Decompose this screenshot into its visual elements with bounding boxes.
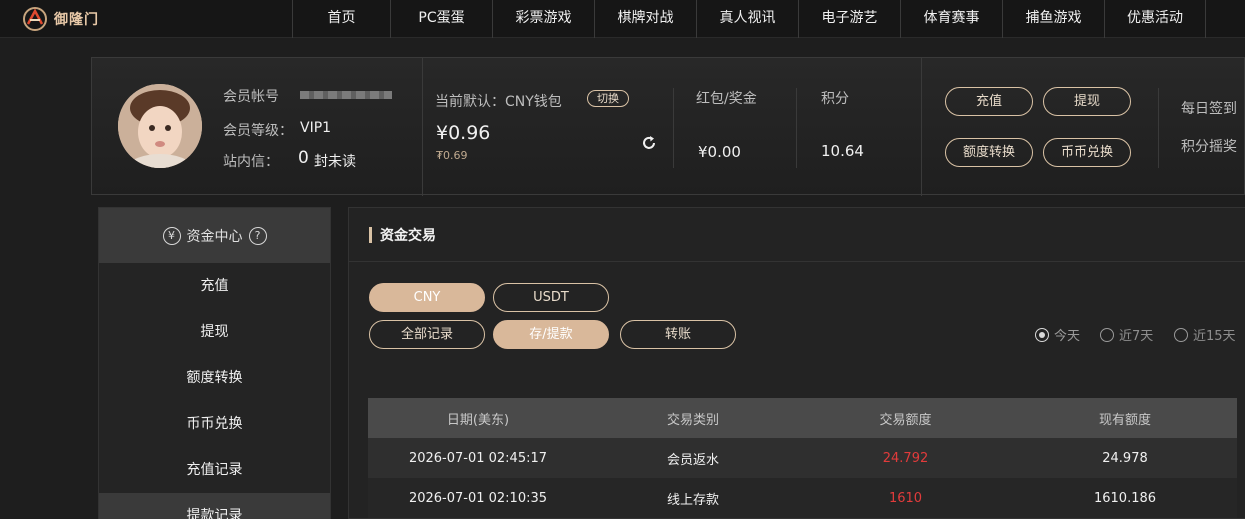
radio-icon[interactable] [1174,327,1188,342]
points-lottery-link[interactable]: 积分摇奖 [1181,136,1237,156]
balance-sub: ₮0.69 [436,149,468,162]
mail-label: 站内信： [223,154,279,170]
nav-item-lottery[interactable]: 彩票游戏 [492,0,594,38]
points-value: 10.64 [821,142,864,160]
transactions-table: 日期(美东) 交易类别 交易额度 现有额度 2026-07-01 02:45:1… [368,398,1237,518]
fund-transactions-panel: 资金交易 CNY USDT 全部记录 存/提款 转账 今天 近7天 近15天 日… [348,207,1245,519]
sidebar-item-deposit[interactable]: 充值 [99,263,330,309]
refresh-icon[interactable] [640,134,658,152]
cell-balance: 1610.186 [1093,490,1157,506]
range-7-days-label: 近7天 [1119,329,1154,344]
mail-count[interactable]: 0 [298,148,309,168]
site-logo-text: 御隆门 [54,12,99,28]
divider [796,88,797,168]
avatar[interactable] [118,84,202,168]
nav-item-slots[interactable]: 电子游艺 [798,0,900,38]
range-15-days-label: 近15天 [1193,329,1236,344]
radio-icon[interactable] [1100,327,1114,342]
nav-item-pc-egg[interactable]: PC蛋蛋 [390,0,492,38]
nav-item-promotions[interactable]: 优惠活动 [1104,0,1206,38]
tab-deposit-withdraw[interactable]: 存/提款 [493,320,609,349]
sidebar-item-exchange[interactable]: 币币兑换 [99,401,330,447]
range-today-label: 今天 [1054,329,1081,344]
nav-item-live-video[interactable]: 真人视讯 [696,0,798,38]
divider [673,88,674,168]
cell-date: 2026-07-01 02:10:35 [408,490,548,506]
tab-all-records[interactable]: 全部记录 [369,320,485,349]
nav-item-fishing[interactable]: 捕鱼游戏 [1002,0,1104,38]
sidebar-header: ¥ 资金中心 ? [99,208,330,263]
radio-selected-icon[interactable] [1035,327,1049,342]
wallet-label: 当前默认：CNY钱包 [435,94,562,110]
member-info-panel: 会员帐号 会员等级： VIP1 站内信： 0 封未读 当前默认：CNY钱包 切换… [91,57,1245,196]
title-accent-bar [369,226,372,243]
cell-type: 线上存款 [666,492,719,508]
cell-date: 2026-07-01 02:45:17 [408,450,548,466]
sidebar-item-deposit-records[interactable]: 充值记录 [99,447,330,493]
nav-item-chess[interactable]: 棋牌对战 [594,0,696,38]
points-label: 积分 [821,91,849,107]
cell-balance: 24.978 [1102,450,1148,466]
main-nav: 首页 PC蛋蛋 彩票游戏 棋牌对战 真人视讯 电子游艺 体育赛事 捕鱼游戏 优惠… [292,0,1206,38]
divider [921,58,922,196]
divider [1158,88,1159,168]
nav-item-sports[interactable]: 体育赛事 [900,0,1002,38]
divider [422,58,423,196]
table-header-row: 日期(美东) 交易类别 交易额度 现有额度 [368,398,1237,438]
range-today[interactable]: 今天 [1035,325,1080,344]
daily-checkin-link[interactable]: 每日签到 [1181,98,1237,118]
level-value: VIP1 [300,120,332,136]
range-7-days[interactable]: 近7天 [1100,325,1153,344]
header-amount: 交易额度 [879,412,932,428]
currency-icon: ¥ [162,226,181,245]
bonus-label: 红包/奖金 [696,91,757,107]
panel-header: 资金交易 [349,208,1245,262]
site-logo[interactable]: 御隆门 [20,6,99,32]
switch-wallet-button[interactable]: 切换 [587,90,629,107]
tab-usdt[interactable]: USDT [493,283,609,312]
fund-center-sidebar: ¥ 资金中心 ? 充值 提现 额度转换 币币兑换 充值记录 提款记录 [98,207,331,519]
balance-main: ¥0.96 [436,122,491,144]
table-row: 2026-07-01 02:45:17 会员返水 24.792 24.978 [368,438,1237,478]
deposit-button[interactable]: 充值 [945,87,1033,116]
nav-item-home[interactable]: 首页 [292,0,390,38]
sidebar-item-withdraw[interactable]: 提现 [99,309,330,355]
level-label: 会员等级： [223,123,293,139]
help-icon[interactable]: ? [248,226,267,245]
sidebar-item-withdraw-records[interactable]: 提款记录 [99,493,330,519]
panel-title: 资金交易 [380,227,436,244]
header-type: 交易类别 [666,412,719,428]
header-date: 日期(美东) [446,412,510,428]
withdraw-button[interactable]: 提现 [1043,87,1131,116]
cell-amount: 24.792 [882,450,929,466]
mail-unread-label[interactable]: 封未读 [314,151,356,171]
header-balance: 现有额度 [1098,412,1151,428]
cell-type: 会员返水 [666,452,719,468]
bonus-value: ¥0.00 [698,143,741,161]
sidebar-item-transfer[interactable]: 额度转换 [99,355,330,401]
sidebar-title: 资金中心 [186,228,243,245]
tab-cny[interactable]: CNY [369,283,485,312]
account-masked-value [300,91,392,99]
top-navigation-bar: 御隆门 首页 PC蛋蛋 彩票游戏 棋牌对战 真人视讯 电子游艺 体育赛事 捕鱼游… [0,0,1245,38]
table-row: 2026-07-01 02:10:35 线上存款 1610 1610.186 [368,478,1237,518]
exchange-button[interactable]: 币币兑换 [1043,138,1131,167]
transfer-button[interactable]: 额度转换 [945,138,1033,167]
account-label: 会员帐号 [223,89,279,105]
range-15-days[interactable]: 近15天 [1174,325,1236,344]
dragon-logo-icon [20,6,50,32]
tab-transfer[interactable]: 转账 [620,320,736,349]
cell-amount: 1610 [888,490,923,506]
